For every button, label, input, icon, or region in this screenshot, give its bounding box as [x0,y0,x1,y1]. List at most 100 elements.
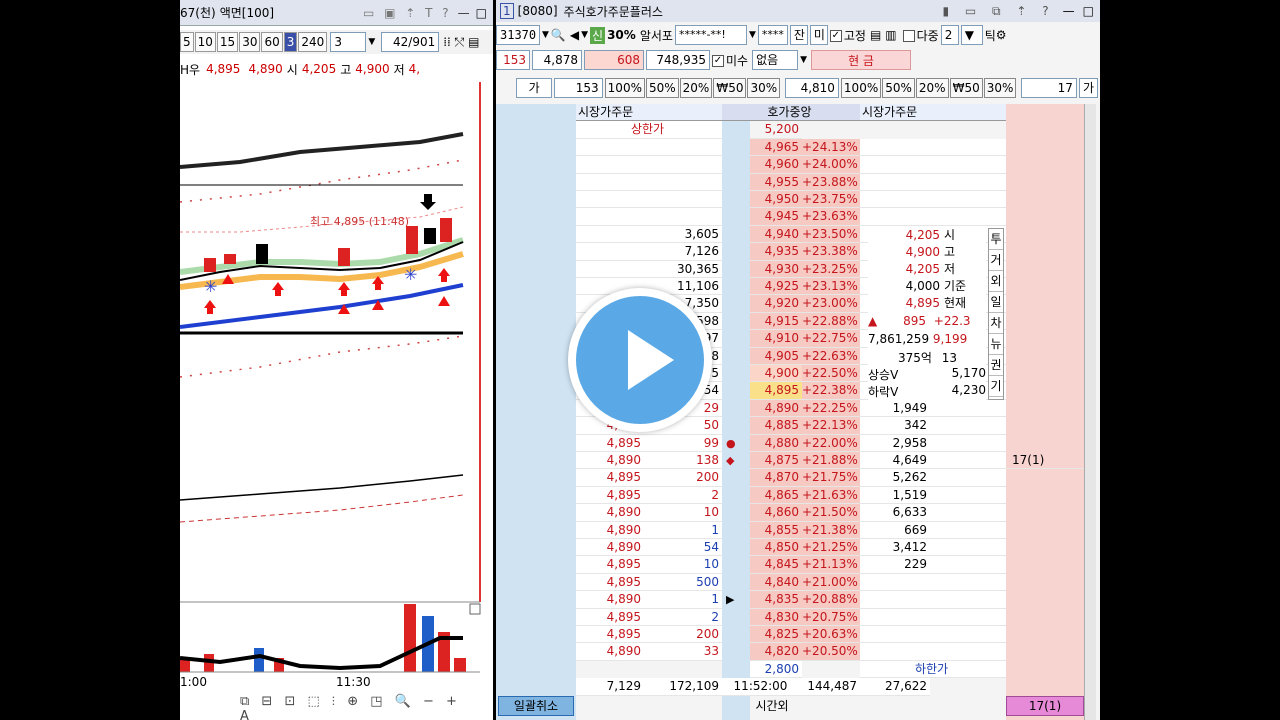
ask-row[interactable]: 3,605 4,940 +23.50% [496,225,1096,244]
cancel-all-button[interactable]: 일괄취소 [498,696,574,716]
sell-pct-30[interactable]: 30% [983,78,1017,98]
play-button[interactable] [568,288,712,432]
price-chart[interactable]: 최고 4,895 (11:48) ✳ ✳ [180,82,493,692]
sell-market-cell [930,626,1006,644]
side-tab[interactable]: 뉴 [989,334,1003,355]
bid-row[interactable]: 4,890504,885+22.13%342 [496,417,1096,435]
side-tab[interactable]: 투 [989,229,1003,250]
unfilled-button[interactable]: 미 [809,25,828,45]
maximize-icon[interactable]: □ [1083,4,1094,18]
side-tab[interactable]: 차 [989,313,1003,334]
bid-row[interactable]: 4,895 99 4,880 +22.00% 2,958 [496,434,1096,452]
buy-won-50[interactable]: ₩50 [713,78,747,98]
sell-qty-input[interactable]: 17 [1021,78,1077,98]
fixed-checkbox[interactable]: ✓ [829,30,842,42]
close-icon[interactable] [469,603,481,615]
search-icon[interactable]: 🔍 [551,28,566,42]
layout-icon[interactable]: ▤ [870,28,881,42]
multi-checkbox[interactable] [902,30,915,42]
chart-window-controls[interactable]: ▭ ▣ ⇡ T ? [363,6,452,20]
count-select[interactable]: 3 [330,32,367,52]
speaker-icon[interactable]: ◀ [570,28,579,42]
period-30[interactable]: 30 [239,32,261,52]
order-price-input[interactable]: 4,810 [785,78,839,98]
period-240[interactable]: 240 [298,32,328,52]
ask-row[interactable]: 7,350 4,920 +23.00% [496,295,1096,313]
lower-limit-row[interactable]: 2,800 하한가 [496,660,1096,679]
side-tab[interactable]: 일 [989,292,1003,313]
quote-low-label: 저 [393,62,405,77]
account-select[interactable]: *****-**! [674,25,747,45]
bid-row[interactable]: 4,895 500 4,840 +21.00% [496,573,1096,592]
minimize-icon[interactable]: — [1063,4,1075,18]
side-tab[interactable]: 기 [989,376,1003,397]
multi-count-select[interactable]: 2 [940,25,959,45]
period-3[interactable]: 3 [283,32,298,52]
ask-row[interactable]: 4,960 +24.00% [496,156,1096,174]
bid-row[interactable]: 4,890 10 4,860 +21.50% 6,633 [496,504,1096,522]
ask-row[interactable]: 4,950 +23.75% [496,191,1096,209]
buy-pct-50[interactable]: 50% [645,78,679,98]
period-60[interactable]: 60 [261,32,283,52]
bid-row[interactable]: 4,890 54 4,850 +21.25% 3,412 [496,539,1096,557]
sell-pct-20[interactable]: 20% [915,78,949,98]
period-15[interactable]: 15 [216,32,239,52]
ask-row[interactable]: 7,126 4,935 +23.38% [496,243,1096,261]
bid-row[interactable]: 4,890 33 4,820 +20.50% [496,643,1096,661]
totals-row[interactable]: 7,129 172,109 11:52:00 144,487 27,622 [496,678,1096,696]
after-hours-label[interactable]: 시간외 [722,697,822,717]
bid-pct: +22.25% [802,399,860,418]
ask-row[interactable]: 4,955 +23.88% [496,173,1096,191]
buy-qty-input[interactable]: 153 [554,78,603,98]
minimize-icon[interactable]: — [458,6,470,20]
buy-pct-100[interactable]: 100% [604,78,645,98]
side-tab[interactable]: 외 [989,271,1003,292]
bid-row[interactable]: 4,890 1 4,855 +21.38% 669 [496,521,1096,539]
chevron-down-icon[interactable]: ▼ [749,30,756,40]
chart-bottom-toolbar[interactable]: ⧉ ⊟ ⊡ ⬚ ⫶ ⊕ ◳ 🔍 − + A [240,694,480,720]
balance-button[interactable]: 잔 [789,25,808,45]
ask-row[interactable]: 4,945 +23.63% [496,208,1096,226]
window-tool-icons[interactable]: ▮ ▭ ⧉ ⇡ ? [942,4,1054,19]
volume-bar [254,648,264,672]
bid-row[interactable]: 4,890 1 4,835 +20.88% [496,591,1096,609]
sell-type-label[interactable]: 가 [1078,78,1098,98]
sell-won-50[interactable]: ₩50 [949,78,983,98]
period-5[interactable]: 5 [180,32,194,52]
chevron-down-icon[interactable]: ▼ [368,37,375,47]
bid-row[interactable]: 4,895 10 4,845 +21.13% 229 [496,556,1096,574]
chevron-down-icon[interactable]: ▼ [581,30,588,40]
chart-tool-icons[interactable]: ⁞⁞ ⤲ ▤ [443,35,479,50]
sell-pct-100[interactable]: 100% [840,78,882,98]
multi-mode-select[interactable]: ▼ [960,25,983,45]
period-10[interactable]: 10 [194,32,216,52]
reserved-order-button[interactable]: 17(1) [1006,696,1084,716]
stock-code-input[interactable]: 31370 [496,25,540,45]
maximize-icon[interactable]: □ [476,6,487,20]
gear-icon[interactable]: ⚙ [996,28,1007,42]
sell-pct-50[interactable]: 50% [882,78,915,98]
side-tab[interactable]: 권 [989,355,1003,376]
bid-row[interactable]: 4,895 200 4,870 +21.75% 5,262 [496,469,1096,487]
chevron-down-icon[interactable]: ▼ [800,55,807,65]
ask-row[interactable]: 4,965 +24.13% [496,138,1096,157]
password-input[interactable]: **** [757,25,788,45]
cash-button[interactable]: 현 금 [811,50,912,70]
upper-limit-row[interactable]: 상한가 5,200 [496,121,1096,139]
bid-row[interactable]: 4,890 138 4,875 +21.88% 4,649 17(1) [496,452,1096,470]
ask-row[interactable]: 11,106 4,925 +23.13% [496,278,1096,296]
side-tab[interactable]: 거 [989,250,1003,271]
ask-row[interactable]: 30,365 4,930 +23.25% [496,260,1096,278]
bid-row[interactable]: 4,895 2 4,830 +20.75% [496,608,1096,626]
book-header[interactable]: 시장가주문 호가중앙 시장가주문 [496,104,1096,122]
bid-row[interactable]: 4,895 200 4,825 +20.63% [496,626,1096,644]
bid-row[interactable]: 4,895 2 4,865 +21.63% 1,519 [496,486,1096,505]
buy-type-label[interactable]: 가 [516,78,553,98]
layout-icon[interactable]: ▥ [885,28,896,42]
chevron-down-icon[interactable]: ▼ [542,30,549,40]
unfilled-checkbox[interactable]: ✓ [712,55,724,67]
buy-pct-20[interactable]: 20% [679,78,713,98]
buy-pct-30[interactable]: 30% [747,78,781,98]
chart-quote-bar: H우 4,895 4,890 시 4,205 고 4,900 저 4, [180,58,493,80]
credit-type-select[interactable]: 없음 [752,50,799,70]
